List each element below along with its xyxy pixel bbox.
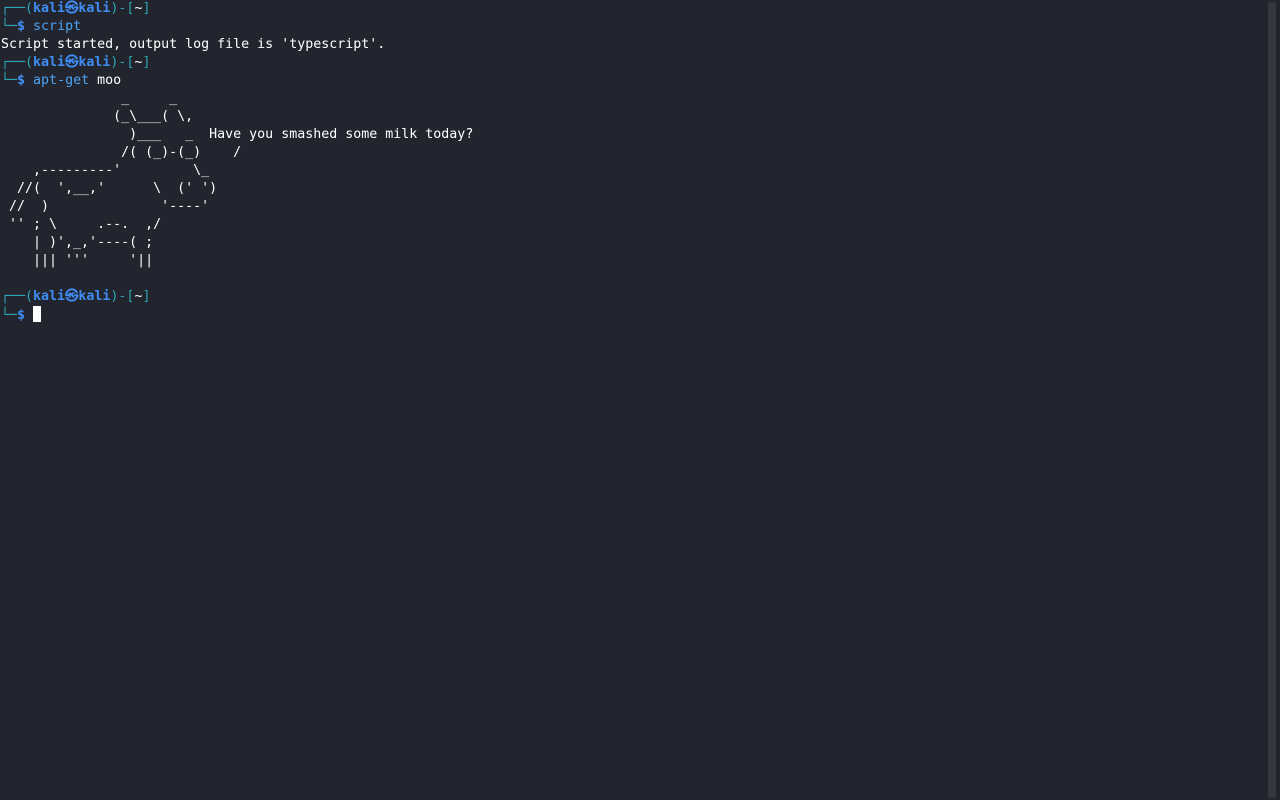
prompt-frame: ┌──( xyxy=(1,55,34,70)
prompt-frame: └─ xyxy=(1,19,18,34)
cow-art-line: (_\___( \, xyxy=(1,109,194,124)
prompt-dollar: $ xyxy=(17,308,26,323)
prompt-frame: ] xyxy=(142,289,151,304)
command-line-3[interactable]: └─$ xyxy=(0,306,1266,324)
prompt-frame: ] xyxy=(142,55,151,70)
prompt-frame: )-[ xyxy=(110,55,135,70)
script-started-output: Script started, output log file is 'type… xyxy=(1,37,386,52)
prompt-frame: )-[ xyxy=(110,289,135,304)
prompt-frame: )-[ xyxy=(110,1,135,16)
command-name: apt-get xyxy=(33,73,90,88)
terminal-scrollbar[interactable] xyxy=(1266,0,1280,800)
prompt-frame: └─ xyxy=(1,73,18,88)
prompt-at-symbol-icon: ㉿ xyxy=(65,289,79,304)
prompt-at-symbol-icon: ㉿ xyxy=(65,1,79,16)
prompt-host: kali xyxy=(78,55,111,70)
text-cursor[interactable] xyxy=(33,306,42,322)
cow-art-line: ,---------' \_ xyxy=(1,163,210,178)
cow-art-line: //( ',__,' \ (' ') xyxy=(1,181,218,196)
cow-art-line: _ _ xyxy=(1,91,178,106)
terminal-window[interactable]: ┌──(kali㉿kali)-[~] └─$ script Script sta… xyxy=(0,0,1266,800)
command-line-2: └─$ apt-get moo xyxy=(0,72,1266,90)
prompt-line-1: ┌──(kali㉿kali)-[~] xyxy=(0,0,1266,18)
prompt-user: kali xyxy=(33,55,66,70)
prompt-line-3: ┌──(kali㉿kali)-[~] xyxy=(0,288,1266,306)
prompt-line-2: ┌──(kali㉿kali)-[~] xyxy=(0,54,1266,72)
cow-art-line: /( (_)-(_) / xyxy=(1,145,242,160)
prompt-host: kali xyxy=(78,289,111,304)
cow-art-line: ||| ''' '|| xyxy=(1,253,154,268)
cow-art-line: '' ; \ .--. ,/ xyxy=(1,217,162,232)
prompt-at-symbol-icon: ㉿ xyxy=(65,55,79,70)
prompt-dollar: $ xyxy=(17,19,26,34)
prompt-frame: ┌──( xyxy=(1,1,34,16)
command-argument: moo xyxy=(97,73,122,88)
prompt-dollar: $ xyxy=(17,73,26,88)
cow-art-line: )___ _ Have you smashed some milk today? xyxy=(1,127,474,142)
cow-art-line: // ) '----' xyxy=(1,199,210,214)
cow-art-line xyxy=(0,270,1266,288)
prompt-frame: ] xyxy=(142,1,151,16)
scrollbar-thumb[interactable] xyxy=(1268,2,1276,798)
prompt-user: kali xyxy=(33,1,66,16)
command-line-1: └─$ script xyxy=(0,18,1266,36)
prompt-host: kali xyxy=(78,1,111,16)
command-name: script xyxy=(33,19,82,34)
prompt-frame: ┌──( xyxy=(1,289,34,304)
prompt-frame: └─ xyxy=(1,308,18,323)
prompt-user: kali xyxy=(33,289,66,304)
cow-art-line: | )',_,'----( ; xyxy=(1,235,154,250)
